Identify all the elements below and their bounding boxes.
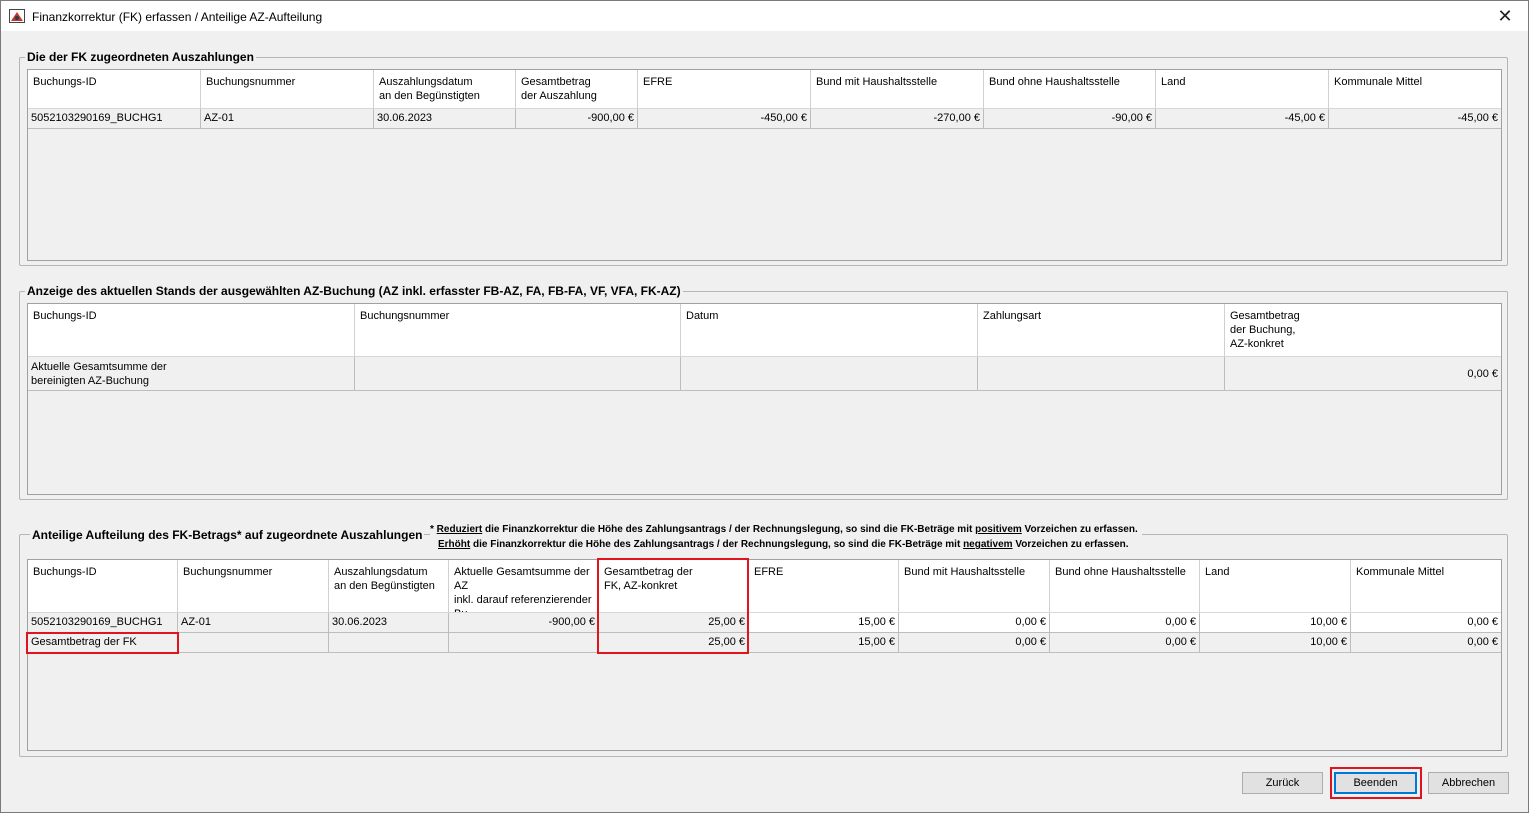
column-header-booking-id[interactable]: Buchungs-ID	[28, 304, 355, 356]
cell-federal-without-budget: -90,00 €	[984, 109, 1156, 129]
cell-state-input[interactable]: 10,00 €	[1200, 613, 1351, 633]
table-row[interactable]: Aktuelle Gesamtsumme der bereinigten AZ-…	[28, 357, 1501, 391]
cell-total-fk: 25,00 €	[599, 613, 749, 633]
cell-total-fk-label: Gesamtbetrag der FK	[28, 633, 178, 653]
table-header-row: Buchungs-ID Buchungsnummer Auszahlungsda…	[28, 560, 1501, 613]
column-header-federal-without-budget[interactable]: Bund ohne Haushaltsstelle	[984, 70, 1156, 108]
table-row[interactable]: 5052103290169_BUCHG1 AZ-01 30.06.2023 -9…	[28, 613, 1501, 633]
column-header-efre[interactable]: EFRE	[638, 70, 811, 108]
column-header-efre[interactable]: EFRE	[749, 560, 899, 612]
column-header-federal-without-budget[interactable]: Bund ohne Haushaltsstelle	[1050, 560, 1200, 612]
column-header-state[interactable]: Land	[1200, 560, 1351, 612]
cell-booking-id: 5052103290169_BUCHG1	[28, 613, 178, 633]
assigned-payouts-table[interactable]: Buchungs-ID Buchungsnummer Auszahlungsda…	[27, 69, 1502, 261]
cell-federal-without-budget-input[interactable]: 0,00 €	[1050, 613, 1200, 633]
cell-payment-type	[978, 357, 1225, 391]
table-row-total[interactable]: Gesamtbetrag der FK 25,00 € 15,00 € 0,00…	[28, 633, 1501, 653]
table-header-row: Buchungs-ID Buchungsnummer Auszahlungsda…	[28, 70, 1501, 109]
column-header-current-total[interactable]: Aktuelle Gesamtsumme der AZ inkl. darauf…	[449, 560, 599, 612]
section-fk-distribution-title: Anteilige Aufteilung des FK-Betrags* auf…	[30, 528, 425, 542]
column-header-state[interactable]: Land	[1156, 70, 1329, 108]
cell-booking-number	[178, 633, 329, 653]
cancel-button[interactable]: Abbrechen	[1428, 772, 1509, 794]
cell-current-total-label: Aktuelle Gesamtsumme der bereinigten AZ-…	[28, 357, 355, 391]
cell-booking-number	[355, 357, 681, 391]
column-header-municipal[interactable]: Kommunale Mittel	[1351, 560, 1501, 612]
table-row[interactable]: 5052103290169_BUCHG1 AZ-01 30.06.2023 -9…	[28, 109, 1501, 129]
app-icon	[9, 9, 25, 23]
cell-efre-input[interactable]: 15,00 €	[749, 613, 899, 633]
window-title: Finanzkorrektur (FK) erfassen / Anteilig…	[32, 10, 323, 24]
cell-current-total	[449, 633, 599, 653]
cell-current-total: -900,00 €	[449, 613, 599, 633]
column-header-total-booking[interactable]: Gesamtbetrag der Buchung, AZ-konkret	[1225, 304, 1501, 356]
current-status-table[interactable]: Buchungs-ID Buchungsnummer Datum Zahlung…	[27, 303, 1502, 495]
cell-federal-without-budget-sum: 0,00 €	[1050, 633, 1200, 653]
fk-distribution-table[interactable]: Buchungs-ID Buchungsnummer Auszahlungsda…	[27, 559, 1502, 751]
column-header-payout-date[interactable]: Auszahlungsdatum an den Begünstigten	[374, 70, 516, 108]
cell-total-payout: -900,00 €	[516, 109, 638, 129]
cell-booking-number: AZ-01	[178, 613, 329, 633]
column-header-municipal[interactable]: Kommunale Mittel	[1329, 70, 1501, 108]
section-assigned-payouts-title: Die der FK zugeordneten Auszahlungen	[25, 50, 256, 64]
column-header-payment-type[interactable]: Zahlungsart	[978, 304, 1225, 356]
cell-state-sum: 10,00 €	[1200, 633, 1351, 653]
sign-convention-note: * Reduziert die Finanzkorrektur die Höhe…	[430, 522, 1142, 552]
cell-booking-id: 5052103290169_BUCHG1	[28, 109, 201, 129]
title-bar: Finanzkorrektur (FK) erfassen / Anteilig…	[0, 0, 1529, 31]
column-header-date[interactable]: Datum	[681, 304, 978, 356]
finish-button[interactable]: Beenden	[1334, 772, 1417, 794]
cell-municipal: -45,00 €	[1329, 109, 1501, 129]
column-header-booking-number[interactable]: Buchungsnummer	[201, 70, 374, 108]
cell-state: -45,00 €	[1156, 109, 1329, 129]
cell-date	[681, 357, 978, 391]
column-header-booking-id[interactable]: Buchungs-ID	[28, 560, 178, 612]
back-button[interactable]: Zurück	[1242, 772, 1323, 794]
column-header-booking-number[interactable]: Buchungsnummer	[178, 560, 329, 612]
cell-federal-with-budget: -270,00 €	[811, 109, 984, 129]
column-header-total-fk[interactable]: Gesamtbetrag der FK, AZ-konkret	[599, 560, 749, 612]
cell-total-fk-sum: 25,00 €	[599, 633, 749, 653]
column-header-booking-id[interactable]: Buchungs-ID	[28, 70, 201, 108]
cell-federal-with-budget-input[interactable]: 0,00 €	[899, 613, 1050, 633]
section-current-status-title: Anzeige des aktuellen Stands der ausgewä…	[25, 284, 683, 298]
column-header-federal-with-budget[interactable]: Bund mit Haushaltsstelle	[899, 560, 1050, 612]
column-header-total-payout[interactable]: Gesamtbetrag der Auszahlung	[516, 70, 638, 108]
cell-payout-date: 30.06.2023	[374, 109, 516, 129]
column-header-payout-date[interactable]: Auszahlungsdatum an den Begünstigten	[329, 560, 449, 612]
close-icon[interactable]: ✕	[1482, 1, 1528, 32]
cell-booking-number: AZ-01	[201, 109, 374, 129]
cell-payout-date	[329, 633, 449, 653]
table-header-row: Buchungs-ID Buchungsnummer Datum Zahlung…	[28, 304, 1501, 357]
column-header-booking-number[interactable]: Buchungsnummer	[355, 304, 681, 356]
cell-payout-date: 30.06.2023	[329, 613, 449, 633]
cell-federal-with-budget-sum: 0,00 €	[899, 633, 1050, 653]
cell-efre-sum: 15,00 €	[749, 633, 899, 653]
cell-municipal-input[interactable]: 0,00 €	[1351, 613, 1501, 633]
cell-efre: -450,00 €	[638, 109, 811, 129]
column-header-federal-with-budget[interactable]: Bund mit Haushaltsstelle	[811, 70, 984, 108]
cell-total-booking: 0,00 €	[1225, 357, 1501, 391]
cell-municipal-sum: 0,00 €	[1351, 633, 1501, 653]
